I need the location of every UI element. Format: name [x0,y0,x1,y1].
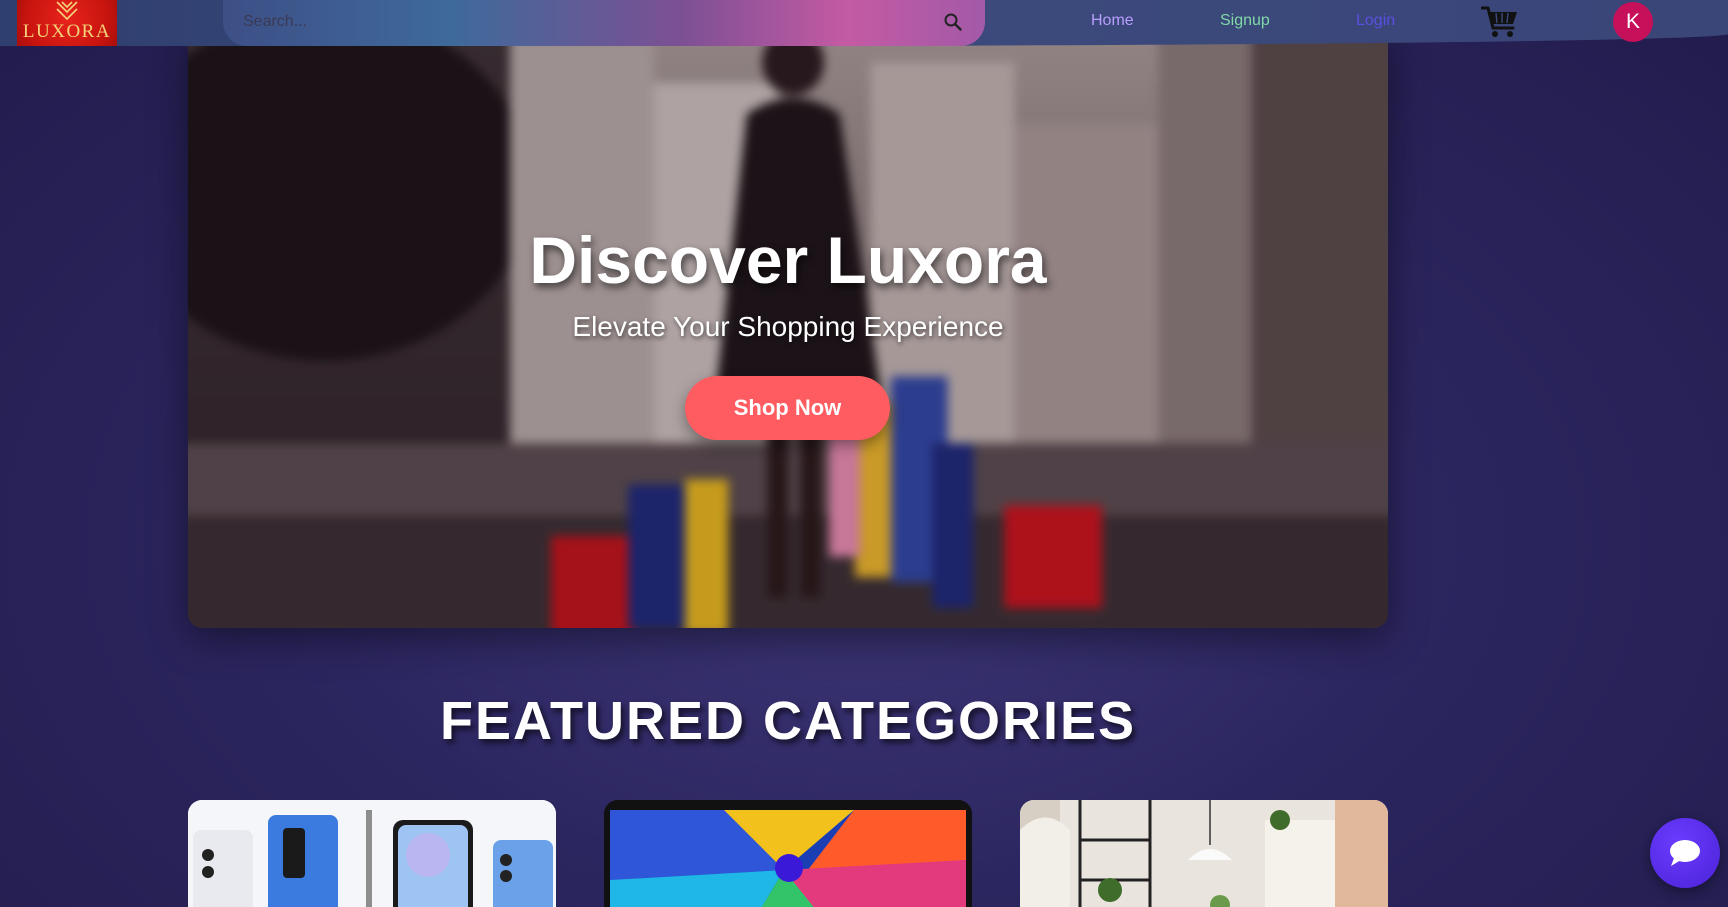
smartphones-image [188,800,556,907]
search-icon[interactable] [943,12,963,32]
chat-button[interactable] [1650,818,1720,888]
category-card-laptops[interactable] [604,800,972,907]
category-card-home[interactable] [1020,800,1388,907]
user-avatar[interactable]: K [1613,2,1653,42]
search-input[interactable] [243,10,883,34]
hero-banner: Discover Luxora Elevate Your Shopping Ex… [188,30,1388,628]
logo-emblem-icon [56,1,78,20]
shopping-cart-icon[interactable] [1481,4,1519,40]
nav-link-signup[interactable]: Signup [1220,12,1270,30]
chat-bubble-icon [1670,840,1700,866]
home-interior-image [1020,800,1388,907]
brand-logo[interactable]: LUXORA [17,0,117,46]
hero-title: Discover Luxora [529,223,1047,297]
search-bar [223,0,985,46]
shop-now-button[interactable]: Shop Now [685,376,890,440]
category-card-smartphones[interactable] [188,800,556,907]
laptop-display-image [604,800,972,907]
nav-link-home[interactable]: Home [1091,12,1134,30]
featured-categories-heading: FEATURED CATEGORIES [439,691,1137,751]
logo-text: LUXORA [22,21,112,42]
nav-link-login[interactable]: Login [1356,12,1395,30]
hero-subtitle: Elevate Your Shopping Experience [572,311,1004,342]
